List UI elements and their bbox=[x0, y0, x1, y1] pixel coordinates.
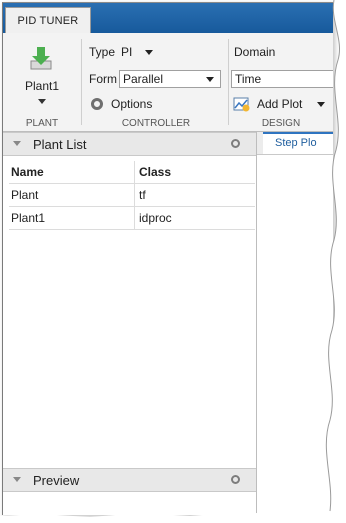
tab-pid-tuner[interactable]: PID TUNER bbox=[5, 7, 91, 34]
table-row[interactable]: Plant tf bbox=[9, 183, 255, 207]
chevron-down-icon bbox=[206, 77, 214, 82]
type-value: PI bbox=[121, 45, 133, 59]
table-row[interactable]: Plant1 idproc bbox=[9, 206, 255, 230]
gear-icon[interactable] bbox=[231, 475, 240, 484]
add-plot-button[interactable]: Add Plot bbox=[233, 95, 333, 113]
cell-name: Plant1 bbox=[9, 206, 135, 230]
options-button[interactable]: Options bbox=[89, 95, 169, 113]
plant-list-header: Plant List bbox=[3, 132, 256, 156]
type-label: Type bbox=[89, 45, 116, 59]
document-tab-strip: Step Plo bbox=[257, 132, 333, 155]
form-value: Parallel bbox=[123, 72, 164, 86]
form-dropdown[interactable]: Parallel bbox=[119, 70, 221, 88]
collapse-icon[interactable] bbox=[13, 477, 21, 482]
domain-label: Domain bbox=[234, 45, 276, 59]
plant-button-label: Plant1 bbox=[24, 79, 60, 93]
domain-value: Time bbox=[235, 72, 262, 86]
section-divider bbox=[81, 39, 82, 125]
column-header-class[interactable]: Class bbox=[134, 161, 255, 184]
import-plant-icon bbox=[30, 47, 52, 70]
chevron-down-icon bbox=[38, 99, 46, 104]
domain-dropdown[interactable]: Time bbox=[231, 70, 333, 88]
collapse-icon[interactable] bbox=[13, 141, 21, 146]
cell-class: idproc bbox=[134, 206, 255, 230]
chevron-down-icon bbox=[145, 50, 153, 55]
cell-class: tf bbox=[134, 183, 255, 207]
plant-list-title: Plant List bbox=[33, 137, 87, 152]
controller-section-label: CONTROLLER bbox=[121, 118, 191, 129]
plant-table: Name Class Plant tf Plant1 idproc bbox=[9, 161, 255, 230]
preview-title: Preview bbox=[33, 473, 80, 488]
type-dropdown[interactable]: PI bbox=[119, 43, 159, 61]
toolstrip-tab-bar: PID TUNER bbox=[3, 3, 333, 34]
options-label: Options bbox=[111, 97, 153, 111]
toolstrip-ribbon: Plant1 PLANT Type PI Form Parallel Optio… bbox=[3, 33, 333, 132]
form-label: Form bbox=[89, 72, 117, 86]
tab-step-plot[interactable]: Step Plo bbox=[263, 132, 333, 154]
chevron-down-icon bbox=[317, 102, 325, 107]
section-divider bbox=[228, 39, 229, 125]
gear-icon bbox=[91, 98, 103, 110]
column-header-name[interactable]: Name bbox=[9, 161, 135, 184]
table-header-row: Name Class bbox=[9, 161, 255, 184]
pid-tuner-window: PID TUNER Plant1 PLANT Type PI Form Para… bbox=[2, 2, 333, 515]
add-plot-icon bbox=[233, 97, 250, 112]
cell-name: Plant bbox=[9, 183, 135, 207]
plant-button[interactable]: Plant1 bbox=[9, 39, 75, 111]
preview-header: Preview bbox=[3, 468, 256, 492]
gear-icon[interactable] bbox=[231, 139, 240, 148]
plant-section-label: PLANT bbox=[25, 118, 59, 129]
panel-splitter[interactable] bbox=[256, 132, 257, 515]
design-section-label: DESIGN bbox=[261, 118, 301, 129]
tab-step-plot-label: Step Plo bbox=[275, 137, 317, 149]
add-plot-label: Add Plot bbox=[257, 97, 303, 111]
